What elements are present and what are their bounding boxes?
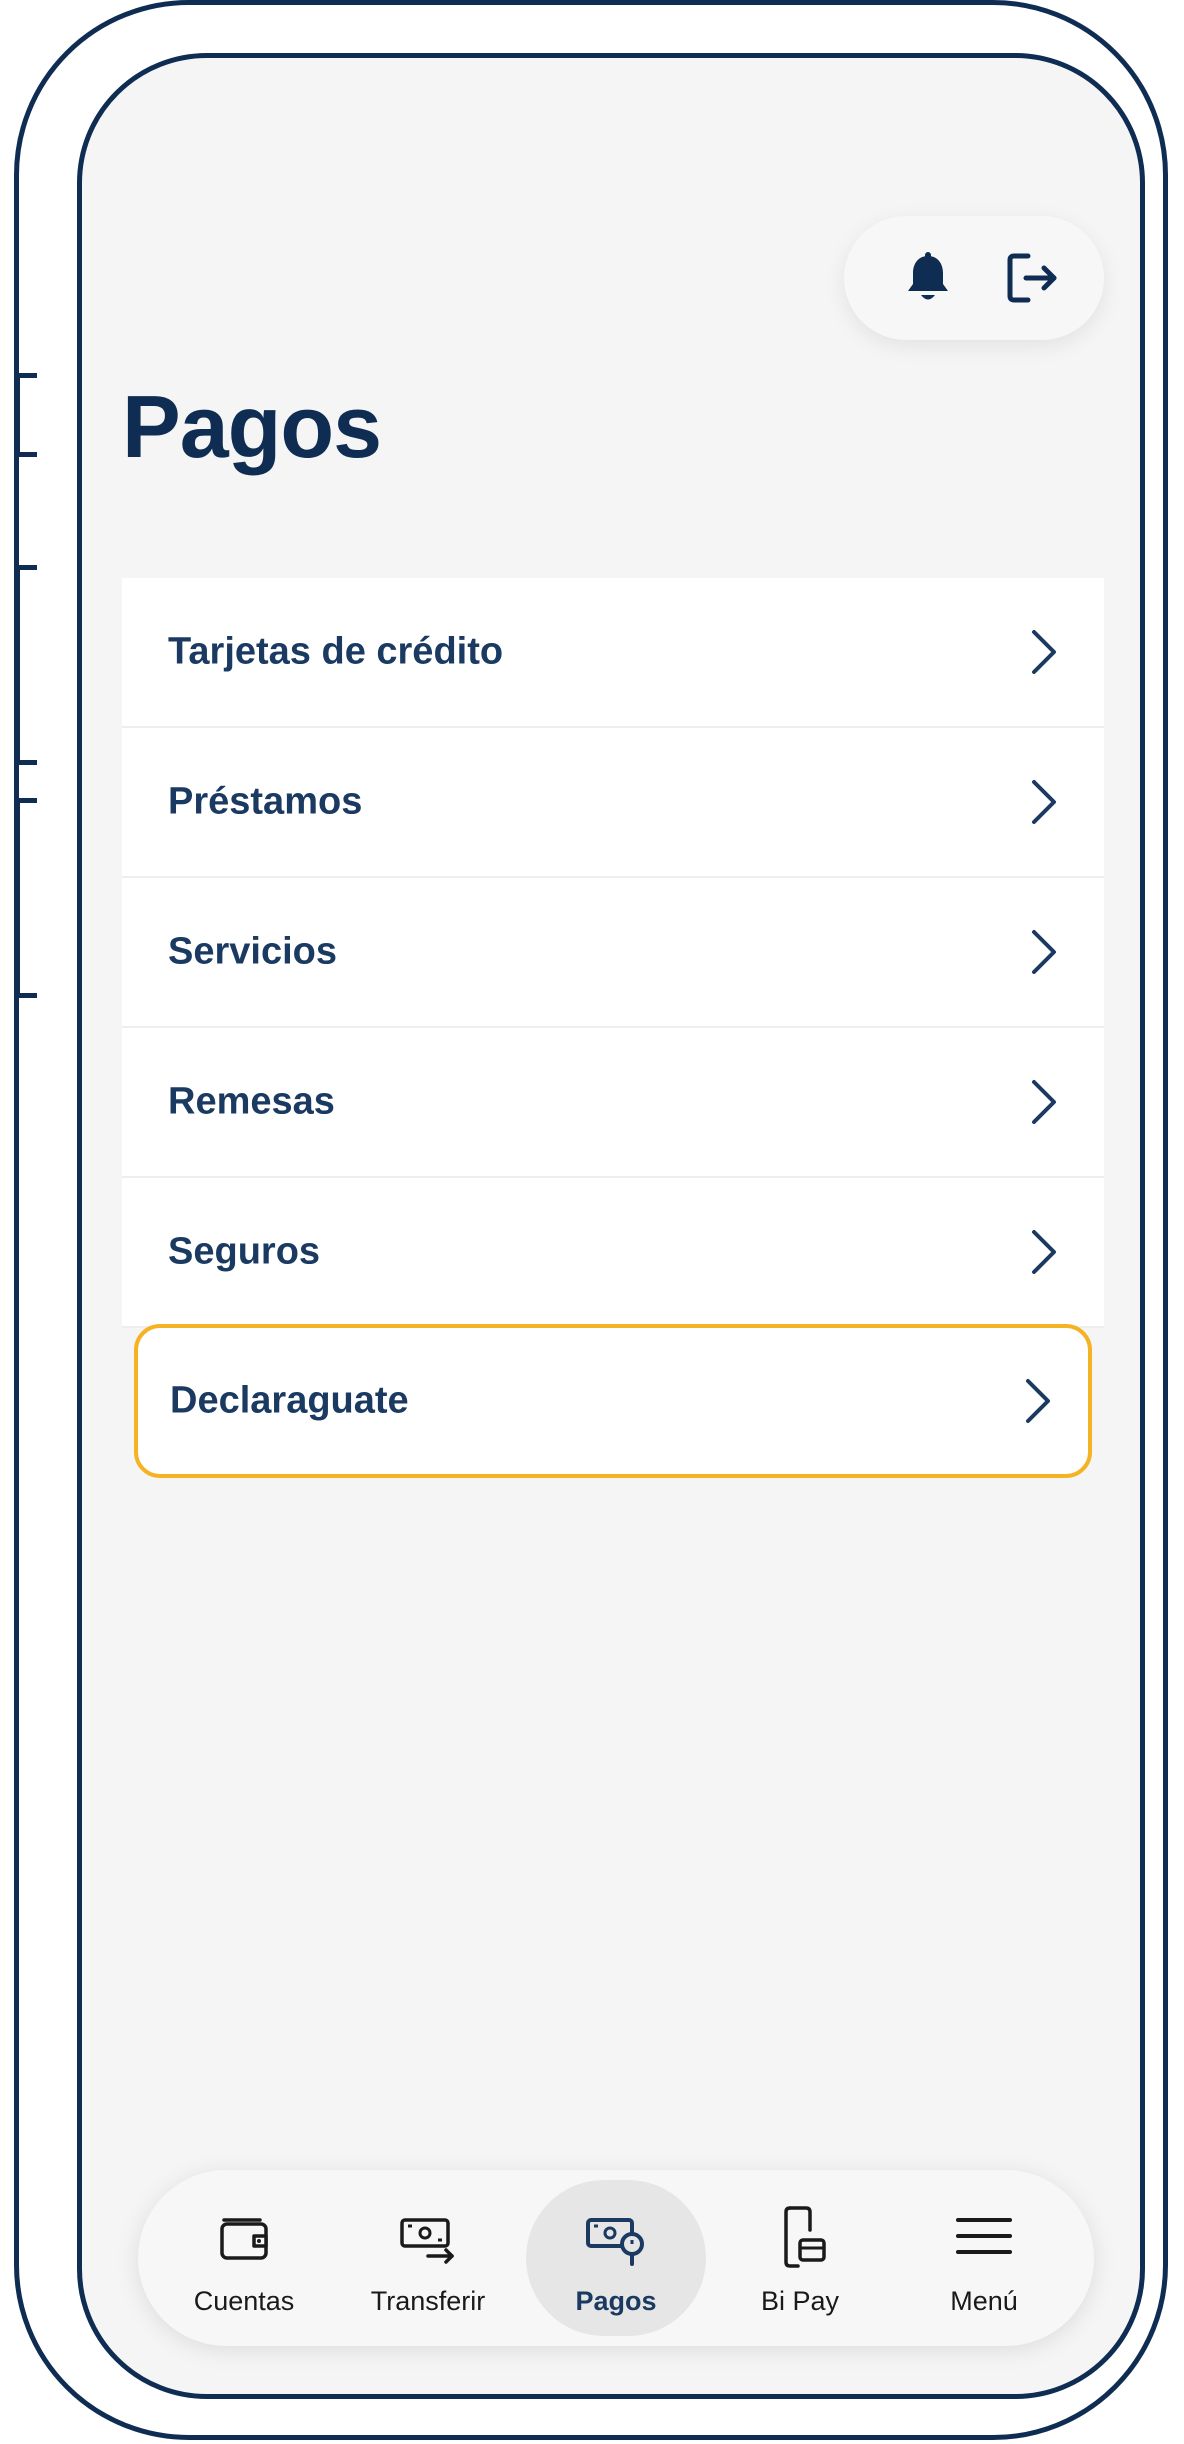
phone-volume-down bbox=[15, 798, 37, 998]
bell-icon[interactable] bbox=[900, 250, 956, 306]
nav-label: Pagos bbox=[575, 2286, 657, 2316]
chevron-right-icon bbox=[1032, 1080, 1056, 1124]
nav-label: Transferir bbox=[370, 2286, 486, 2316]
nav-item-bi-pay[interactable]: Bi Pay bbox=[710, 2180, 890, 2336]
page-title: Pagos bbox=[122, 377, 382, 476]
bottom-navigation: Cuentas Transferir Pagos Bi Pay Menú bbox=[138, 2170, 1094, 2346]
menu-item-prestamos[interactable]: Préstamos bbox=[122, 728, 1104, 878]
chevron-right-icon bbox=[1032, 780, 1056, 824]
nav-item-menu[interactable]: Menú bbox=[894, 2180, 1074, 2336]
chevron-right-icon bbox=[1032, 930, 1056, 974]
menu-item-seguros[interactable]: Seguros bbox=[122, 1178, 1104, 1328]
menu-item-remesas[interactable]: Remesas bbox=[122, 1028, 1104, 1178]
menu-item-servicios[interactable]: Servicios bbox=[122, 878, 1104, 1028]
phone-volume-up bbox=[15, 565, 37, 765]
phone-frame: Pagos Tarjetas de crédito Préstamos Serv… bbox=[14, 0, 1168, 2440]
menu-item-tarjetas-de-credito[interactable]: Tarjetas de crédito bbox=[122, 578, 1104, 728]
nav-label: Bi Pay bbox=[760, 2286, 840, 2316]
nav-item-cuentas[interactable]: Cuentas bbox=[154, 2180, 334, 2336]
chevron-right-icon bbox=[1026, 1379, 1050, 1423]
menu-item-label: Tarjetas de crédito bbox=[168, 630, 504, 673]
transfer-icon bbox=[400, 2218, 454, 2264]
wallet-icon bbox=[220, 2218, 268, 2260]
logout-icon[interactable] bbox=[1004, 250, 1060, 306]
chevron-right-icon bbox=[1032, 1230, 1056, 1274]
menu-item-label: Declaraguate bbox=[170, 1379, 409, 1422]
hamburger-icon bbox=[956, 2218, 1012, 2254]
nav-label: Cuentas bbox=[193, 2286, 295, 2316]
menu-item-label: Seguros bbox=[168, 1230, 321, 1273]
nav-item-pagos[interactable]: Pagos bbox=[526, 2180, 706, 2336]
nav-label: Menú bbox=[950, 2286, 1018, 2316]
menu-item-label: Remesas bbox=[168, 1080, 335, 1123]
phone-mute-switch bbox=[15, 373, 37, 457]
chevron-right-icon bbox=[1032, 630, 1056, 674]
app-screen: Pagos Tarjetas de crédito Préstamos Serv… bbox=[77, 53, 1145, 2399]
menu-item-label: Servicios bbox=[168, 930, 337, 973]
payments-menu-list: Tarjetas de crédito Préstamos Servicios … bbox=[122, 578, 1104, 1478]
phone-pay-icon bbox=[784, 2206, 826, 2268]
menu-item-label: Préstamos bbox=[168, 780, 363, 823]
header-actions bbox=[844, 216, 1104, 340]
menu-item-declaraguate[interactable]: Declaraguate bbox=[134, 1324, 1092, 1478]
nav-item-transferir[interactable]: Transferir bbox=[338, 2180, 518, 2336]
payments-icon bbox=[586, 2218, 644, 2266]
